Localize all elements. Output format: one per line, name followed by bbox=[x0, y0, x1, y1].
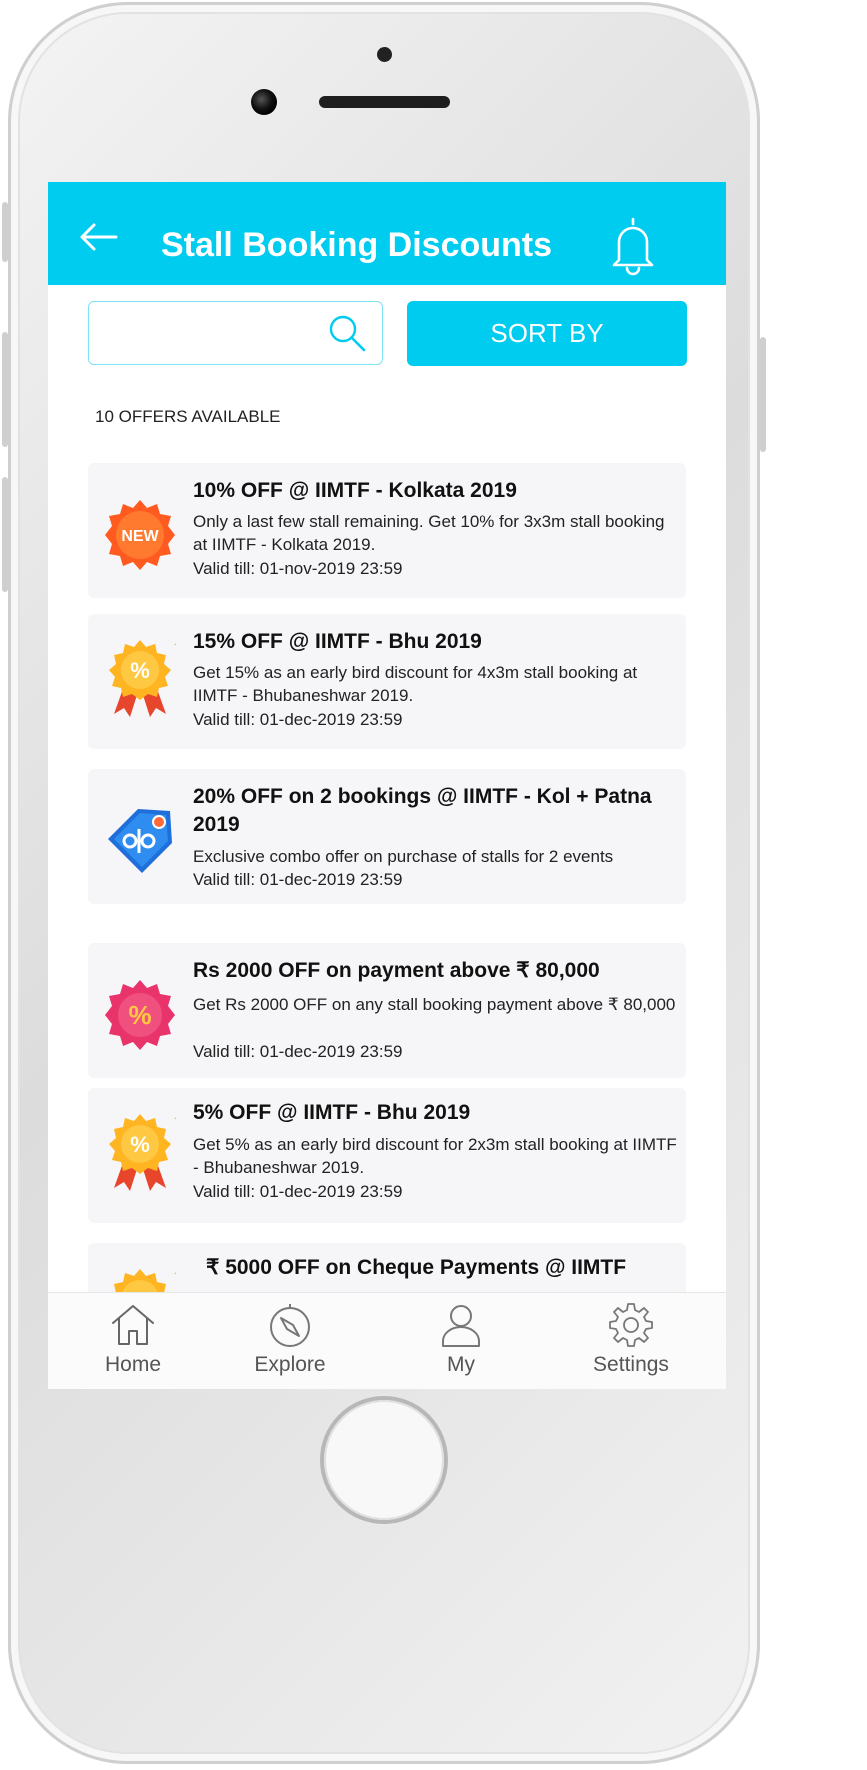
offer-title: Rs 2000 OFF on payment above ₹ 80,000 bbox=[193, 959, 600, 982]
offer-title: 15% OFF @ IIMTF - Bhu 2019 bbox=[193, 630, 482, 653]
offer-description: Get 5% as an early bird discount for 2x3… bbox=[193, 1135, 677, 1177]
offer-description: Exclusive combo offer on purchase of sta… bbox=[193, 847, 614, 866]
top-bar: Stall Booking Discounts bbox=[48, 182, 726, 285]
mute-switch bbox=[2, 202, 8, 262]
tab-explore[interactable]: Explore bbox=[205, 1293, 375, 1389]
tab-settings-label: Settings bbox=[593, 1353, 669, 1376]
percent-badge-icon: % bbox=[105, 980, 175, 1050]
svg-text:%: % bbox=[130, 1132, 150, 1157]
offer-card[interactable]: % ✦ 5% OFF @ IIMTF - Bhu 2019 Get 5% as … bbox=[88, 1088, 686, 1223]
offer-card[interactable]: % Rs 2000 OFF on payment above ₹ 80,000 … bbox=[88, 943, 686, 1078]
power-button bbox=[760, 337, 766, 452]
offer-title: 10% OFF @ IIMTF - Kolkata 2019 bbox=[193, 479, 517, 502]
offer-validity: Valid till: 01-dec-2019 23:59 bbox=[193, 710, 403, 729]
back-arrow-icon[interactable] bbox=[78, 222, 118, 252]
gear-icon bbox=[609, 1303, 653, 1347]
offer-validity: Valid till: 01-dec-2019 23:59 bbox=[193, 1042, 403, 1061]
offer-card[interactable]: 20% OFF on 2 bookings @ IIMTF - Kol + Pa… bbox=[88, 769, 686, 904]
search-input[interactable] bbox=[99, 316, 323, 352]
search-box[interactable] bbox=[88, 301, 383, 365]
offer-title: 20% OFF on 2 bookings @ IIMTF - Kol + Pa… bbox=[193, 785, 652, 836]
offer-validity: Valid till: 01-nov-2019 23:59 bbox=[193, 559, 403, 578]
compass-icon bbox=[270, 1304, 310, 1347]
tab-explore-label: Explore bbox=[254, 1353, 326, 1376]
svg-text:%: % bbox=[130, 658, 150, 683]
svg-text:%: % bbox=[128, 1000, 151, 1030]
app-screen: Stall Booking Discounts SORT BY 10 OFFER… bbox=[48, 182, 726, 1389]
home-icon bbox=[112, 1305, 154, 1345]
offer-description: Only a last few stall remaining. Get 10%… bbox=[193, 512, 665, 554]
offers-count: 10 OFFERS AVAILABLE bbox=[95, 407, 281, 426]
offer-card[interactable]: % ✦ 15% OFF @ IIMTF - Bhu 2019 Get 15% a… bbox=[88, 614, 686, 749]
earpiece-speaker bbox=[319, 96, 450, 108]
home-hardware-button[interactable] bbox=[324, 1400, 444, 1520]
proximity-sensor bbox=[377, 47, 392, 62]
tab-my-label: My bbox=[447, 1353, 475, 1376]
tab-settings[interactable]: Settings bbox=[546, 1293, 716, 1389]
percent-ribbon-icon: % ✦ bbox=[109, 640, 176, 717]
price-tag-icon bbox=[108, 809, 172, 873]
volume-down-button bbox=[2, 477, 8, 592]
front-camera bbox=[251, 89, 277, 115]
bell-icon[interactable] bbox=[608, 216, 658, 276]
svg-text:✦: ✦ bbox=[173, 1114, 176, 1125]
offer-card[interactable]: NEW 10% OFF @ IIMTF - Kolkata 2019 Only … bbox=[88, 463, 686, 598]
page-title: Stall Booking Discounts bbox=[161, 226, 553, 264]
new-badge-icon: NEW bbox=[105, 500, 175, 570]
percent-ribbon-icon: % ✦ bbox=[109, 1114, 176, 1191]
tab-my[interactable]: My bbox=[376, 1293, 546, 1389]
tab-home-label: Home bbox=[104, 1353, 162, 1376]
offer-title: 5% OFF @ IIMTF - Bhu 2019 bbox=[193, 1101, 471, 1124]
new-badge-label: NEW bbox=[121, 528, 159, 545]
offer-description: Get 15% as an early bird discount for 4x… bbox=[193, 663, 638, 705]
user-icon bbox=[442, 1305, 480, 1347]
sort-by-button[interactable]: SORT BY bbox=[407, 301, 687, 366]
offer-validity: Valid till: 01-dec-2019 23:59 bbox=[193, 1182, 403, 1201]
offer-description: Get Rs 2000 OFF on any stall booking pay… bbox=[193, 995, 676, 1014]
tab-home[interactable]: Home bbox=[48, 1293, 218, 1389]
offer-validity: Valid till: 01-dec-2019 23:59 bbox=[193, 870, 403, 889]
offer-title: ₹ 5000 OFF on Cheque Payments @ IIMTF bbox=[206, 1256, 627, 1279]
svg-text:✦: ✦ bbox=[173, 640, 176, 651]
search-icon[interactable] bbox=[327, 313, 367, 353]
svg-text:✦: ✦ bbox=[173, 1269, 176, 1280]
bottom-tab-bar: Home Explore My Settings bbox=[48, 1292, 726, 1389]
volume-up-button bbox=[2, 332, 8, 447]
